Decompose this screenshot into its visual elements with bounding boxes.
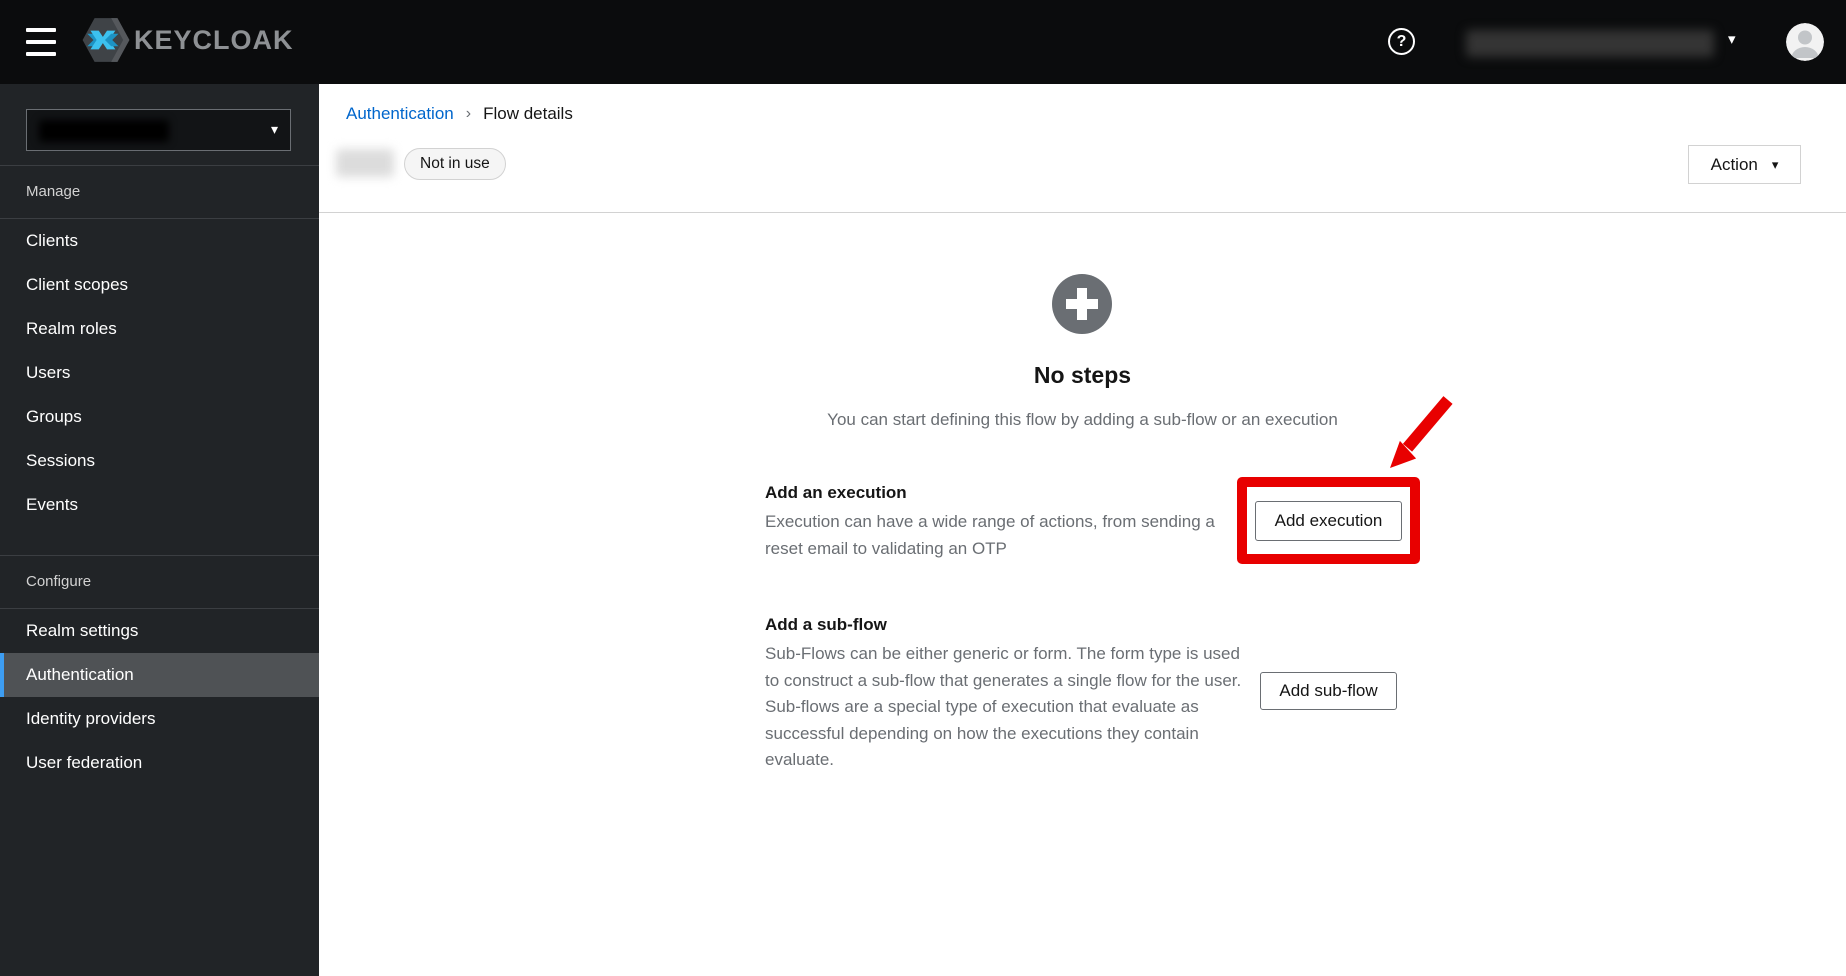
realm-name-redacted xyxy=(39,120,169,142)
help-icon[interactable]: ? xyxy=(1388,28,1415,55)
keycloak-admin-console: KEYCLOAK ? ▾ ▾ Manage Clients Client sco… xyxy=(0,0,1846,976)
add-sub-flow-description: Sub-Flows can be either generic or form.… xyxy=(765,644,1242,769)
sidebar: ▾ Manage Clients Client scopes Realm rol… xyxy=(0,84,319,976)
sidebar-section-manage: Manage Clients Client scopes Realm roles… xyxy=(0,165,319,527)
sidebar-section-title: Manage xyxy=(26,183,81,200)
add-execution-button[interactable]: Add execution xyxy=(1255,500,1402,541)
keycloak-logo: KEYCLOAK xyxy=(80,14,294,66)
sidebar-item-sessions[interactable]: Sessions xyxy=(0,439,319,483)
add-sub-flow-title: Add a sub-flow xyxy=(765,615,887,634)
sidebar-item-clients[interactable]: Clients xyxy=(0,219,319,263)
sidebar-item-events[interactable]: Events xyxy=(0,483,319,527)
divider xyxy=(319,212,1846,213)
sidebar-item-identity-providers[interactable]: Identity providers xyxy=(0,697,319,741)
breadcrumb-current: Flow details xyxy=(483,104,573,123)
chevron-down-icon: ▾ xyxy=(1771,156,1779,172)
sidebar-item-realm-settings[interactable]: Realm settings xyxy=(0,609,319,653)
masthead: KEYCLOAK ? ▾ xyxy=(0,0,1846,84)
chevron-down-icon: ▾ xyxy=(270,121,278,137)
avatar[interactable] xyxy=(1786,23,1824,61)
empty-state-title: No steps xyxy=(1033,362,1132,388)
breadcrumb-authentication-link[interactable]: Authentication xyxy=(346,104,454,124)
realm-selector[interactable]: ▾ xyxy=(26,109,291,151)
keycloak-logo-text: KEYCLOAK xyxy=(134,24,294,55)
user-avatar-icon xyxy=(1786,23,1824,61)
username-redacted xyxy=(1466,30,1714,57)
add-sub-flow-button[interactable]: Add sub-flow xyxy=(1260,672,1397,710)
action-dropdown-button[interactable]: Action ▾ xyxy=(1688,145,1801,184)
nav-toggle-button[interactable] xyxy=(22,24,62,60)
not-in-use-badge: Not in use xyxy=(404,148,506,180)
plus-circle-icon xyxy=(1052,274,1112,334)
hamburger-icon xyxy=(26,28,56,32)
chevron-down-icon[interactable]: ▾ xyxy=(1728,30,1736,48)
annotation-highlight-box: Add execution xyxy=(1237,477,1420,564)
sidebar-section-title: Configure xyxy=(26,573,92,590)
sidebar-item-client-scopes[interactable]: Client scopes xyxy=(0,263,319,307)
sidebar-item-user-federation[interactable]: User federation xyxy=(0,741,319,785)
sidebar-item-authentication[interactable]: Authentication xyxy=(0,653,319,697)
sidebar-item-groups[interactable]: Groups xyxy=(0,395,319,439)
empty-state-description: You can start defining this flow by addi… xyxy=(827,410,1338,429)
sidebar-item-realm-roles[interactable]: Realm roles xyxy=(0,307,319,351)
breadcrumb-separator-icon: › xyxy=(465,105,472,122)
add-execution-title: Add an execution xyxy=(765,483,907,502)
breadcrumb: Authentication › Flow details xyxy=(346,104,573,124)
sidebar-item-users[interactable]: Users xyxy=(0,351,319,395)
action-dropdown-label: Action xyxy=(1710,154,1758,174)
add-execution-description: Execution can have a wide range of actio… xyxy=(765,512,1215,558)
flow-name-redacted xyxy=(336,149,394,177)
keycloak-logo-icon xyxy=(82,18,130,62)
sidebar-section-configure: Configure Realm settings Authentication … xyxy=(0,555,319,785)
masthead-right: ? ▾ xyxy=(1366,0,1846,84)
